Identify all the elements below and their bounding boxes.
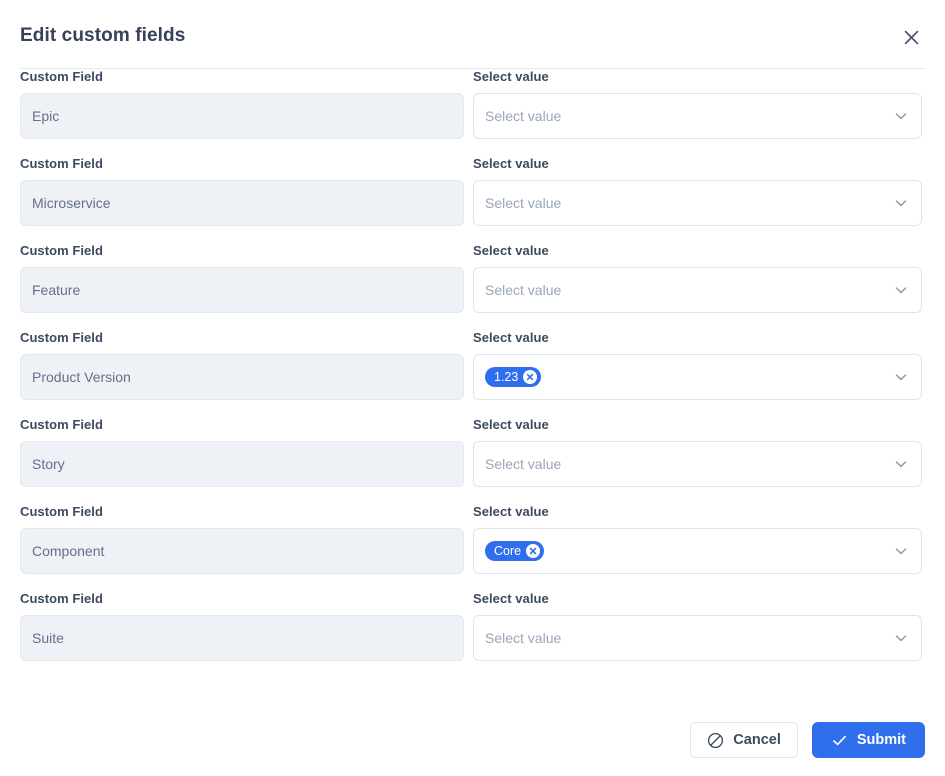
select-value-placeholder: Select value — [485, 456, 561, 472]
custom-field-column: Custom Field — [20, 504, 464, 574]
select-value-label: Select value — [473, 417, 922, 432]
select-value-dropdown[interactable]: Core — [473, 528, 922, 574]
custom-field-input[interactable] — [20, 93, 464, 139]
select-value-dropdown[interactable]: 1.23 — [473, 354, 922, 400]
select-value-label: Select value — [473, 243, 922, 258]
select-value-dropdown[interactable]: Select value — [473, 267, 922, 313]
select-value-column: Select value Select value — [473, 417, 922, 487]
cancel-button-label: Cancel — [733, 732, 781, 748]
select-value-column: Select value Select value — [473, 243, 922, 313]
custom-field-input[interactable] — [20, 615, 464, 661]
custom-field-input[interactable] — [20, 267, 464, 313]
select-value-column: Select value Select value — [473, 69, 922, 139]
custom-field-row: Custom Field Select value Select value — [0, 591, 945, 678]
custom-field-label: Custom Field — [20, 504, 464, 519]
dialog-footer: Cancel Submit — [690, 722, 925, 758]
edit-custom-fields-dialog: Edit custom fields Custom Field Select va… — [0, 0, 945, 776]
select-value-placeholder: Select value — [485, 630, 561, 646]
select-value-placeholder: Select value — [485, 108, 561, 124]
custom-field-column: Custom Field — [20, 330, 464, 400]
check-icon — [831, 732, 848, 749]
custom-field-label: Custom Field — [20, 417, 464, 432]
select-value-column: Select value Core — [473, 504, 922, 574]
custom-field-row: Custom Field Select value Select value — [0, 69, 945, 156]
submit-button[interactable]: Submit — [812, 722, 925, 758]
value-chip: 1.23 — [485, 367, 541, 387]
custom-field-input[interactable] — [20, 180, 464, 226]
custom-field-input[interactable] — [20, 528, 464, 574]
select-value-label: Select value — [473, 591, 922, 606]
custom-field-label: Custom Field — [20, 156, 464, 171]
custom-field-column: Custom Field — [20, 243, 464, 313]
select-value-dropdown[interactable]: Select value — [473, 93, 922, 139]
custom-field-input[interactable] — [20, 441, 464, 487]
cancel-button[interactable]: Cancel — [690, 722, 798, 758]
select-value-label: Select value — [473, 330, 922, 345]
select-value-label: Select value — [473, 69, 922, 84]
remove-chip-icon[interactable] — [526, 544, 540, 558]
custom-field-label: Custom Field — [20, 243, 464, 258]
custom-field-column: Custom Field — [20, 69, 464, 139]
submit-button-label: Submit — [857, 732, 906, 748]
select-value-column: Select value Select value — [473, 156, 922, 226]
custom-field-row: Custom Field Select value Core — [0, 504, 945, 591]
custom-field-row: Custom Field Select value Select value — [0, 156, 945, 243]
page-title: Edit custom fields — [20, 25, 185, 47]
select-value-column: Select value 1.23 — [473, 330, 922, 400]
select-value-placeholder: Select value — [485, 195, 561, 211]
select-value-label: Select value — [473, 156, 922, 171]
prohibited-icon — [707, 732, 724, 749]
dialog-header: Edit custom fields — [0, 0, 945, 69]
custom-field-input[interactable] — [20, 354, 464, 400]
custom-field-column: Custom Field — [20, 156, 464, 226]
select-value-placeholder: Select value — [485, 282, 561, 298]
select-value-dropdown[interactable]: Select value — [473, 615, 922, 661]
select-value-dropdown[interactable]: Select value — [473, 180, 922, 226]
select-value-label: Select value — [473, 504, 922, 519]
custom-fields-form: Custom FieldSelect valueSelect valueCust… — [0, 69, 945, 678]
custom-field-row: Custom Field Select value Select value — [0, 243, 945, 330]
custom-field-label: Custom Field — [20, 591, 464, 606]
value-chip: Core — [485, 541, 544, 561]
custom-field-row: Custom Field Select value Select value — [0, 417, 945, 504]
close-button[interactable] — [899, 25, 923, 49]
custom-field-column: Custom Field — [20, 417, 464, 487]
custom-field-label: Custom Field — [20, 330, 464, 345]
value-chip-label: Core — [494, 541, 521, 561]
value-chip-label: 1.23 — [494, 367, 518, 387]
custom-field-label: Custom Field — [20, 69, 464, 84]
select-value-dropdown[interactable]: Select value — [473, 441, 922, 487]
remove-chip-icon[interactable] — [523, 370, 537, 384]
select-value-column: Select value Select value — [473, 591, 922, 661]
custom-field-column: Custom Field — [20, 591, 464, 661]
close-icon — [903, 29, 920, 46]
custom-field-row: Custom Field Select value 1.23 — [0, 330, 945, 417]
